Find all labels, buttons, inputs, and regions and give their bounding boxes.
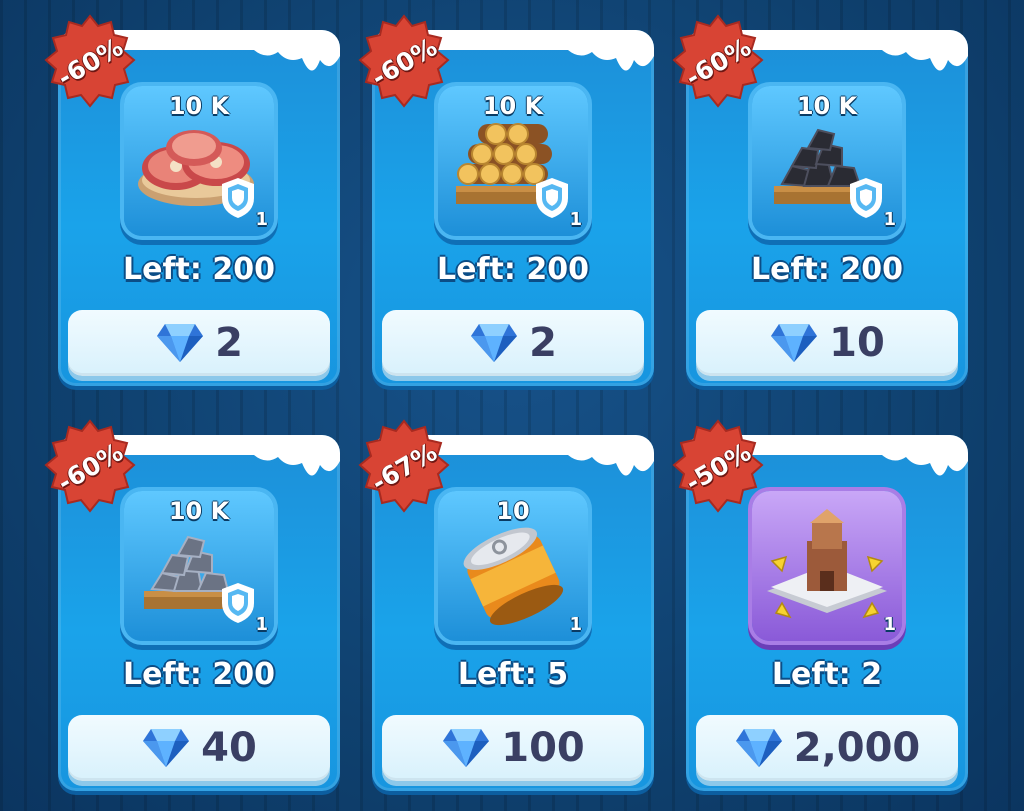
discount-badge: -67% [354,417,454,517]
shield-icon [850,178,882,218]
gem-icon [157,324,204,362]
gem-icon [443,729,490,767]
item-quantity: 10 K [796,92,858,120]
buy-button[interactable]: 2,000 [696,715,958,781]
offer-card[interactable]: 10 K 1 Left: 200 [44,14,340,386]
remaining-label: Left: 200 [123,252,275,287]
item-tile: 10 K 1 [752,86,902,236]
offer-card[interactable]: 10 1 Left: 5 100 -67% [358,419,654,791]
remaining-label: Left: 200 [123,657,275,692]
gem-icon [143,729,190,767]
shield-icon [536,178,568,218]
gem-icon [735,729,782,767]
price-value: 2 [529,320,557,366]
item-quantity: 10 K [168,92,230,120]
shield-icon [222,583,254,623]
stack-count: 1 [255,614,268,635]
discount-badge: -60% [354,12,454,112]
item-tile: 10 K 1 [124,86,274,236]
item-tile: 1 [752,491,902,641]
buy-button[interactable]: 2 [382,310,644,376]
remaining-label: Left: 2 [771,657,883,692]
discount-badge: -50% [668,417,768,517]
stack-count: 1 [255,209,268,230]
stack-count: 1 [569,209,582,230]
price-value: 2 [215,320,243,366]
offer-card[interactable]: 10 K 1 Left: 200 2 -60% [358,14,654,386]
item-tile: 10 K 1 [124,491,274,641]
buy-button[interactable]: 100 [382,715,644,781]
shield-icon [222,178,254,218]
item-quantity: 10 K [168,497,230,525]
shop-grid: 10 K 1 Left: 200 2 -60% 10 K 1 Left: 200… [0,0,1024,811]
price-value: 2,000 [793,725,921,771]
gem-icon [771,324,818,362]
discount-badge: -60% [40,12,140,112]
stack-count: 1 [883,209,896,230]
price-value: 40 [201,725,257,771]
discount-badge: -60% [40,417,140,517]
offer-card[interactable]: 10 K 1 Left: 200 [672,14,968,386]
item-quantity: 10 K [482,92,544,120]
offer-card[interactable]: 1 Left: 2 2,000 -50% [672,419,968,791]
discount-badge: -60% [668,12,768,112]
item-quantity: 10 [496,497,530,525]
price-value: 10 [829,320,885,366]
remaining-label: Left: 200 [437,252,589,287]
remaining-label: Left: 200 [751,252,903,287]
remaining-label: Left: 5 [457,657,569,692]
buy-button[interactable]: 10 [696,310,958,376]
price-value: 100 [501,725,585,771]
relocation-teleport-icon [767,509,887,619]
item-tile: 10 K 1 [438,86,588,236]
offer-card[interactable]: 10 K 1 Left: 200 [44,419,340,791]
buy-button[interactable]: 2 [68,310,330,376]
stack-count: 1 [569,614,582,635]
stack-count: 1 [883,614,896,635]
item-tile: 10 1 [438,491,588,641]
gem-icon [471,324,518,362]
buy-button[interactable]: 40 [68,715,330,781]
